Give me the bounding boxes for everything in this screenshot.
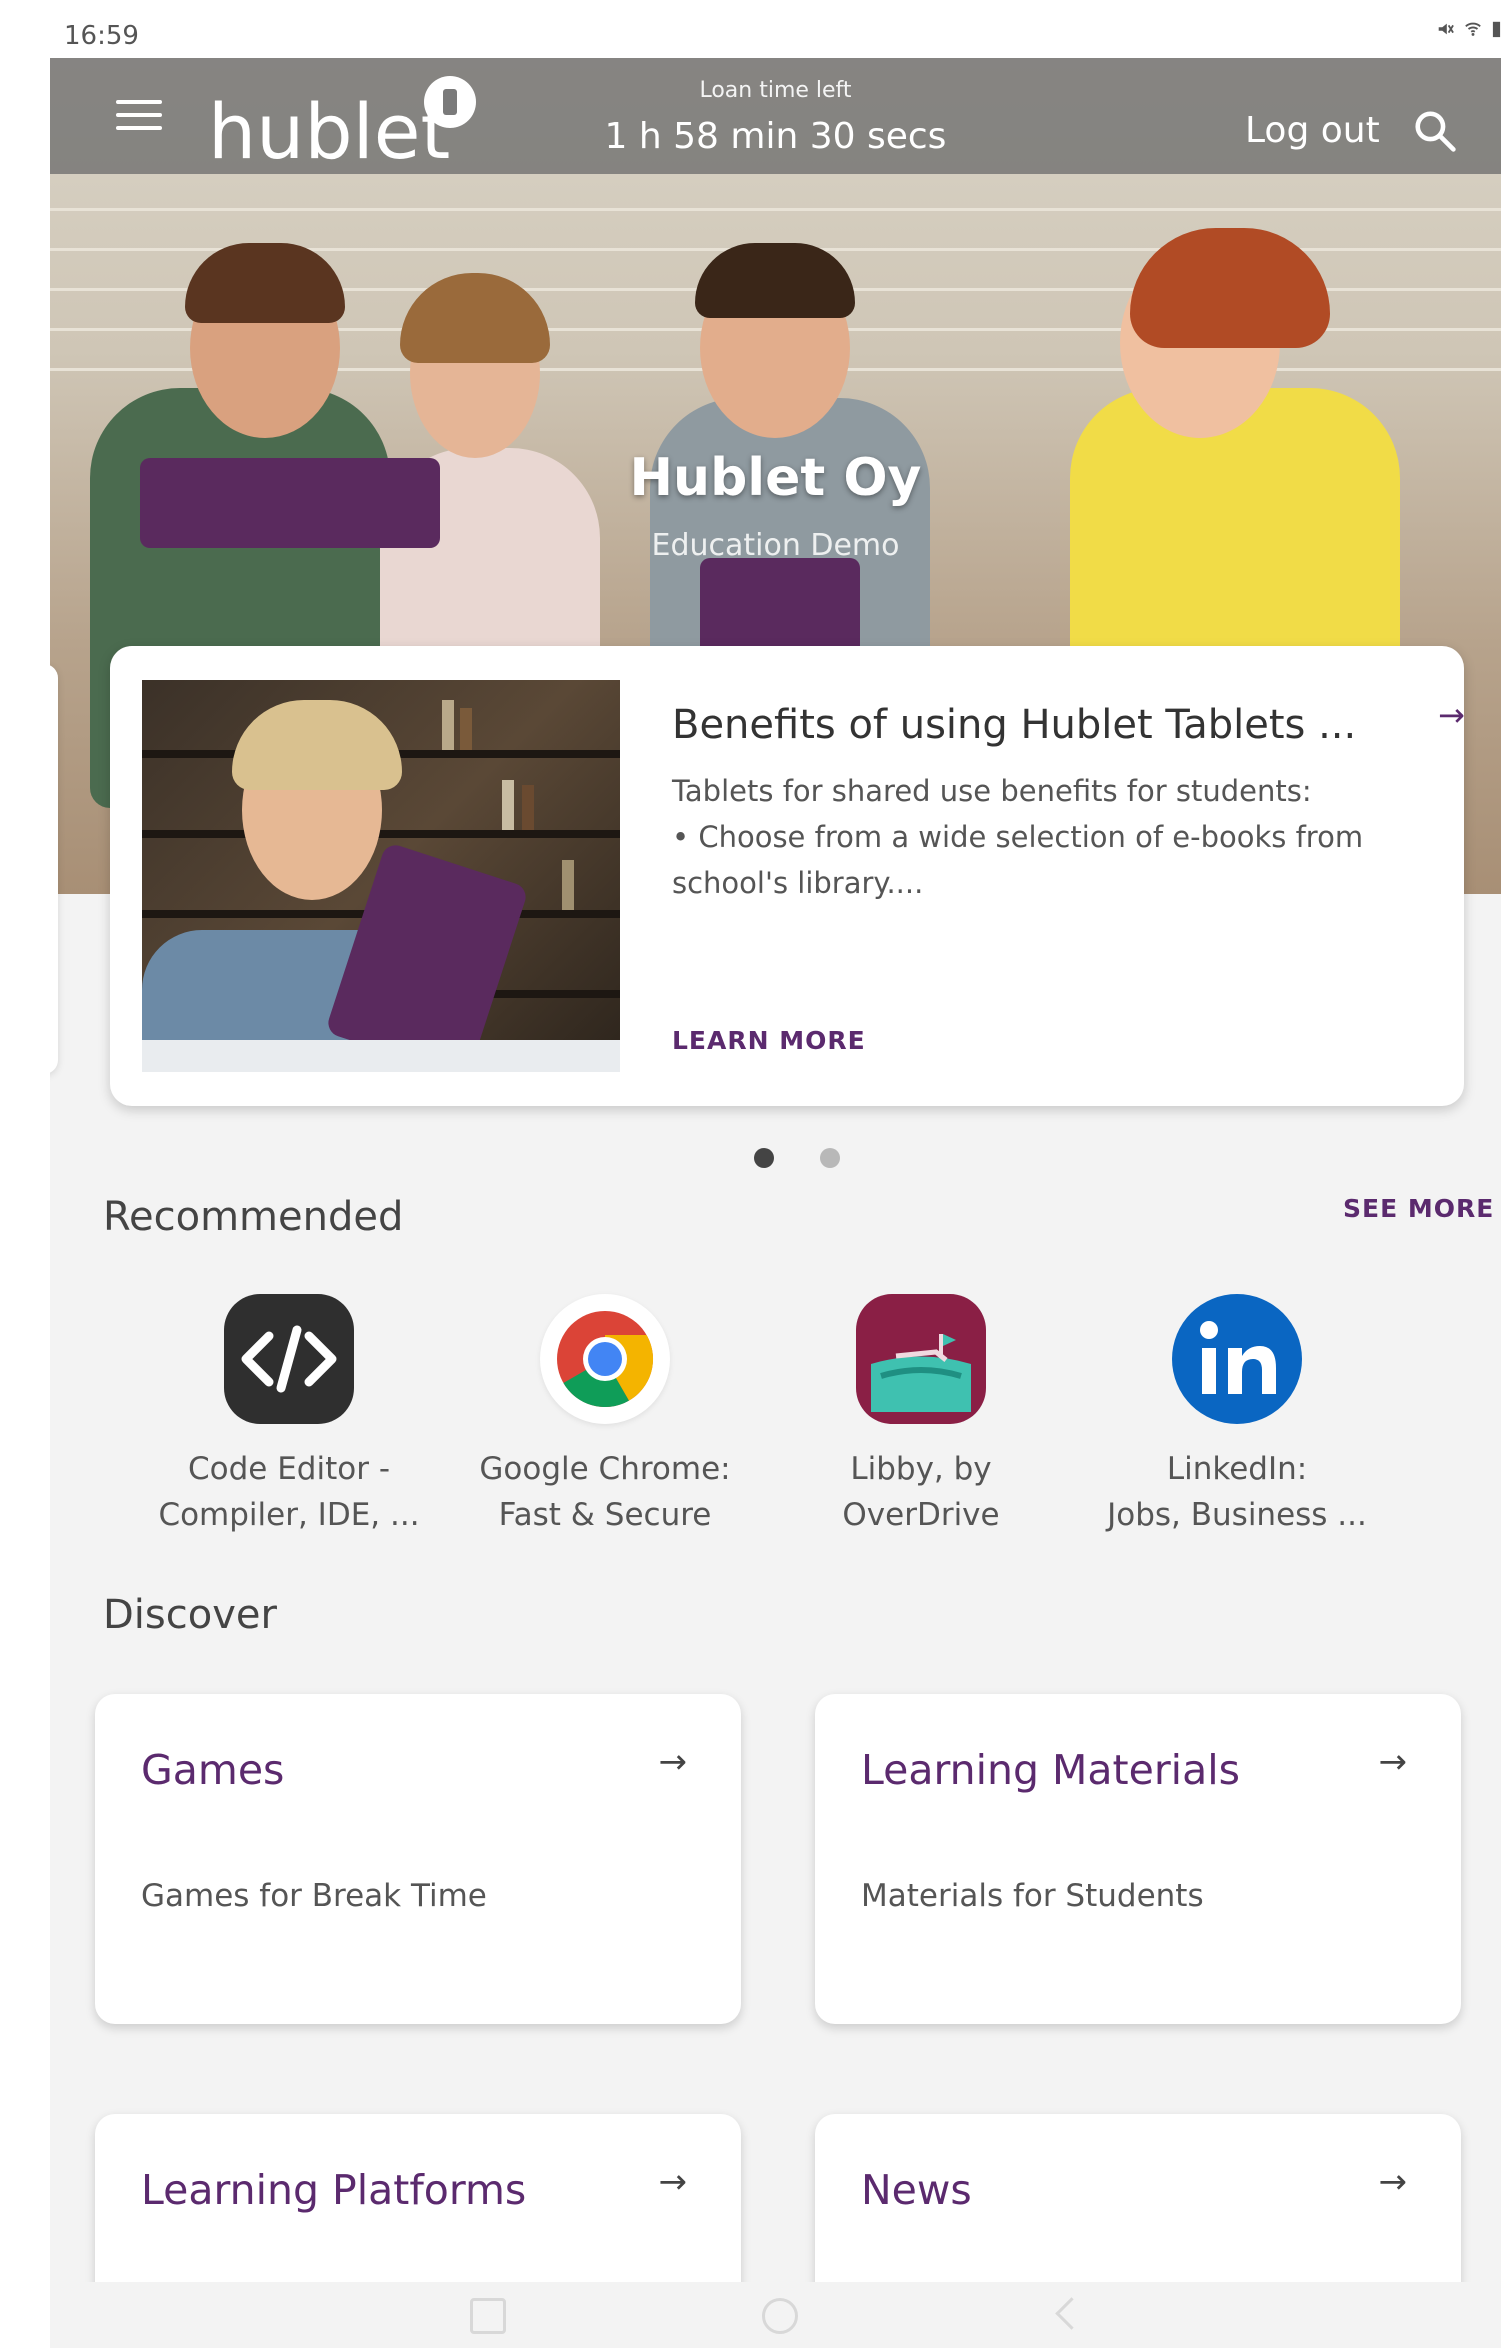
app-code-editor[interactable]: Code Editor - Compiler, IDE, ... [139,1294,439,1538]
featured-article-description: Tablets for shared use benefits for stud… [672,768,1412,906]
arrow-right-icon: → [658,2162,688,2202]
arrow-right-icon: → [1438,696,1465,734]
code-editor-icon [224,1294,354,1424]
wifi-icon [1465,22,1481,36]
system-navigation-bar [50,2282,1501,2348]
arrow-right-icon: → [1378,2162,1408,2202]
recent-apps-button[interactable] [470,2298,506,2334]
hero-subtitle: Education Demo [651,528,900,563]
libby-icon [856,1294,986,1424]
loan-time-label: Loan time left [699,78,852,103]
discover-card-learning-materials[interactable]: Learning Materials → Materials for Stude… [815,1694,1461,2024]
discover-title: Discover [103,1592,277,1638]
top-app-bar: hublet Loan time left 1 h 58 min 30 secs… [50,58,1501,174]
featured-desc-line1: Tablets for shared use benefits for stud… [672,774,1312,808]
search-icon[interactable] [1412,108,1458,154]
status-icons [1436,20,1501,38]
app-label-line2: Jobs, Business ... [1107,1497,1367,1533]
featured-desc-line2: • Choose from a wide selection of e-book… [672,820,1364,900]
arrow-right-icon: → [658,1742,688,1782]
chrome-icon [540,1294,670,1424]
recommended-title: Recommended [103,1194,404,1240]
featured-article-title: Benefits of using Hublet Tablets ... [672,702,1357,748]
linkedin-icon [1172,1294,1302,1424]
discover-card-title: Games [141,1746,285,1794]
hero-title: Hublet Oy [629,448,922,508]
app-label-line2: OverDrive [842,1497,1000,1533]
discover-card-subtitle: Games for Break Time [141,1878,487,1914]
tablet-screen: 16:59 Hublet Oy Education Demo hublet Lo… [50,14,1501,2348]
discover-card-title: Learning Materials [861,1746,1240,1794]
back-button[interactable] [1055,2297,1088,2330]
status-time: 16:59 [64,21,139,51]
carousel-dot-1[interactable] [754,1148,774,1168]
app-label-line1: Code Editor - [188,1451,390,1487]
arrow-right-icon: → [1378,1742,1408,1782]
app-label-line1: LinkedIn: [1166,1451,1308,1487]
mute-icon [1438,23,1454,35]
learn-more-button[interactable]: LEARN MORE [672,1026,866,1055]
home-button[interactable] [762,2298,798,2334]
app-libby[interactable]: Libby, by OverDrive [771,1294,1071,1538]
see-more-button[interactable]: SEE MORE [1343,1194,1494,1223]
app-label-line2: Fast & Secure [498,1497,712,1533]
app-label-line1: Google Chrome: [479,1451,731,1487]
discover-card-games[interactable]: Games → Games for Break Time [95,1694,741,2024]
carousel-previous-card[interactable] [50,664,58,1074]
app-label-line1: Libby, by [850,1451,992,1487]
app-google-chrome[interactable]: Google Chrome: Fast & Secure [455,1294,755,1538]
app-linkedin[interactable]: LinkedIn: Jobs, Business ... [1087,1294,1387,1538]
discover-card-title: News [861,2166,972,2214]
app-label-line2: Compiler, IDE, ... [158,1497,420,1533]
logout-button[interactable]: Log out [1245,110,1380,151]
featured-article-card[interactable]: Benefits of using Hublet Tablets ... → T… [110,646,1465,1106]
featured-article-image [142,680,620,1072]
status-bar: 16:59 [50,14,1501,58]
discover-card-title: Learning Platforms [141,2166,527,2214]
carousel-dot-2[interactable] [820,1148,840,1168]
discover-card-subtitle: Materials for Students [861,1878,1204,1914]
battery-icon [1492,21,1501,38]
